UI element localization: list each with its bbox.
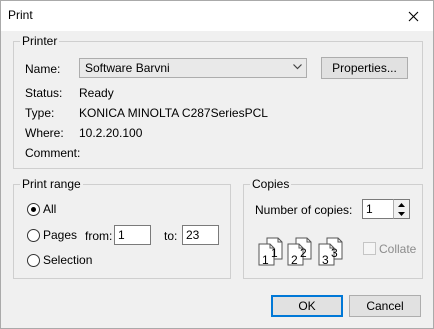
collate-front-page-2: 2 [291,253,298,267]
printer-name-dropdown[interactable]: Software Barvni [79,58,307,78]
collate-front-page-3: 3 [322,253,329,267]
radio-selection[interactable] [27,254,40,267]
ok-button[interactable]: OK [271,295,343,317]
copies-group-title: Copies [250,177,292,191]
from-label: from: [85,229,113,243]
where-label: Where: [25,126,64,140]
type-label: Type: [25,106,55,120]
spin-up-button[interactable] [394,200,409,209]
printer-group-title: Printer [20,34,60,48]
close-icon [408,11,418,21]
radio-all[interactable] [27,203,40,216]
properties-button[interactable]: Properties... [321,57,408,79]
title-bar: Print [1,1,433,31]
from-page-input[interactable]: 1 [114,225,151,245]
collate-front-page-1: 1 [262,253,269,267]
printer-name-value: Software Barvni [85,61,170,75]
arrow-down-icon [398,211,405,216]
comment-label: Comment: [25,146,81,160]
copies-spinner[interactable] [393,199,410,219]
close-button[interactable] [393,1,433,31]
print-dialog: Print Printer Name: Software Barvni Prop… [0,0,434,329]
number-of-copies-label: Number of copies: [255,203,353,217]
radio-pages-label: Pages [43,228,78,242]
where-value: 10.2.20.100 [79,126,143,140]
radio-pages[interactable] [27,229,40,242]
arrow-up-icon [398,202,405,207]
status-label: Status: [25,86,63,100]
to-label: to: [164,229,178,243]
spin-down-button[interactable] [394,209,409,218]
collate-stack-3-icon: 3 3 [318,237,343,267]
status-value: Ready [79,86,114,100]
collate-stack-1-icon: 1 1 [258,237,283,267]
cancel-button[interactable]: Cancel [349,295,421,317]
collate-stack-2-icon: 2 2 [287,237,312,267]
copies-input[interactable]: 1 [362,199,394,219]
collate-back-page-2: 2 [300,246,307,260]
collate-checkbox[interactable] [363,242,376,255]
collate-back-page-1: 1 [271,246,278,260]
radio-selection-label: Selection [43,253,93,267]
window-title: Print [8,8,33,22]
collate-back-page-3: 3 [331,246,338,260]
chevron-down-icon [293,64,302,70]
collate-label: Collate [379,242,417,256]
type-value: KONICA MINOLTA C287SeriesPCL [79,106,268,120]
name-label: Name: [25,62,61,76]
to-page-input[interactable]: 23 [182,225,219,245]
print-range-group-title: Print range [20,177,83,191]
radio-all-label: All [43,202,57,216]
